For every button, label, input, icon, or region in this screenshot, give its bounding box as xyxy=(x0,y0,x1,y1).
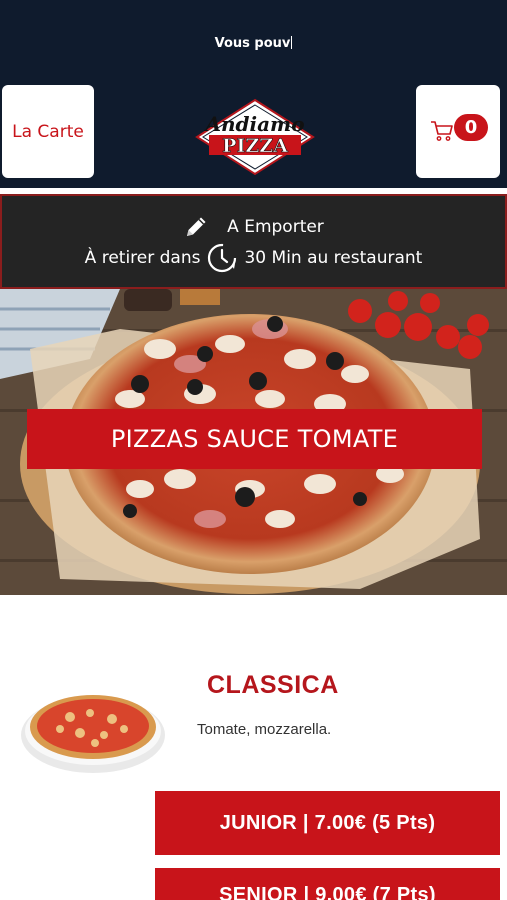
add-junior-button[interactable]: JUNIOR | 7.00€ (5 Pts) xyxy=(155,791,500,855)
menu-button-label: La Carte xyxy=(12,121,84,142)
menu-button[interactable]: La Carte xyxy=(2,85,94,178)
header-bar: Vous pouv La Carte Andiamo PIZZA 0 xyxy=(0,0,507,188)
product-description: Tomate, mozzarella. xyxy=(197,721,332,738)
svg-text:Andiamo: Andiamo xyxy=(203,112,304,136)
cart-button[interactable]: 0 xyxy=(416,85,500,178)
order-mode-row: A Emporter xyxy=(2,214,505,240)
junior-option-label: JUNIOR | 7.00€ (5 Pts) xyxy=(219,811,436,834)
order-mode-panel[interactable]: A Emporter À retirer dans 30 Min au rest… xyxy=(0,194,507,289)
order-mode-label: A Emporter xyxy=(227,217,324,237)
info-marquee: Vous pouv xyxy=(0,36,507,51)
category-title: PIZZAS SAUCE TOMATE xyxy=(110,425,399,453)
cart-count-badge: 0 xyxy=(454,114,488,141)
svg-text:PIZZA: PIZZA xyxy=(222,135,288,157)
marquee-text: Vous pouv xyxy=(214,36,291,51)
product-name: CLASSICA xyxy=(207,671,339,699)
product-card: CLASSICA Tomate, mozzarella. JUNIOR | 7.… xyxy=(0,595,507,900)
add-senior-button[interactable]: SENIOR | 9.00€ (7 Pts) xyxy=(155,868,500,900)
category-title-banner[interactable]: PIZZAS SAUCE TOMATE xyxy=(27,409,482,469)
category-hero[interactable]: PIZZAS SAUCE TOMATE xyxy=(0,289,507,595)
product-image[interactable] xyxy=(20,685,166,777)
senior-option-label: SENIOR | 9.00€ (7 Pts) xyxy=(219,884,436,900)
marquee-caret xyxy=(291,36,293,49)
clock-icon xyxy=(208,243,237,273)
pencil-icon[interactable] xyxy=(183,214,209,240)
pickup-suffix: 30 Min au restaurant xyxy=(244,248,423,268)
andiamo-pizza-logo[interactable]: Andiamo PIZZA xyxy=(195,98,315,176)
cart-icon xyxy=(431,121,453,141)
pickup-prefix: À retirer dans xyxy=(84,248,201,268)
pickup-time-row: À retirer dans 30 Min au restaurant xyxy=(2,242,505,274)
